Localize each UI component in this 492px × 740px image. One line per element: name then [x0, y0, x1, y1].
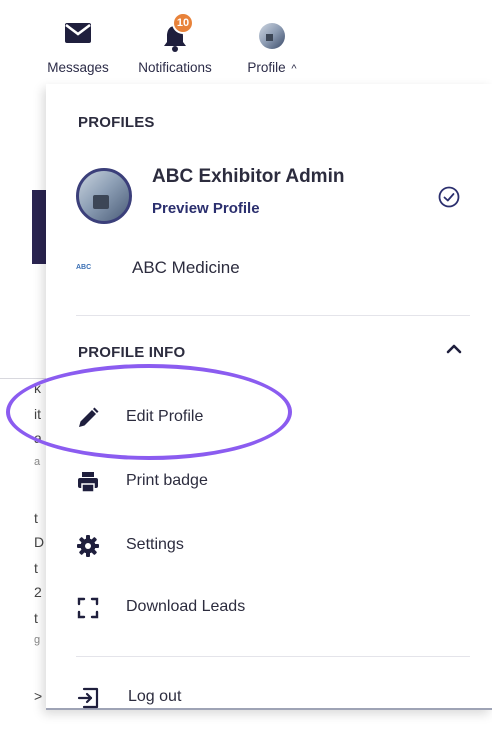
background-text: k	[34, 380, 41, 396]
menu-item-settings[interactable]: Settings	[76, 526, 456, 566]
divider	[76, 656, 470, 657]
menu-item-label: Settings	[126, 536, 184, 553]
logout-button[interactable]: Log out	[76, 678, 456, 718]
menu-item-download-leads[interactable]: Download Leads	[76, 588, 456, 628]
nav-messages[interactable]: Messages	[40, 0, 116, 84]
background-text: D	[34, 534, 45, 550]
profiles-section-title: PROFILES	[78, 114, 155, 131]
background-text: g	[34, 634, 41, 646]
menu-item-label: Print badge	[126, 472, 208, 489]
nav-notifications-label: Notifications	[138, 60, 212, 75]
organization-profile-row[interactable]: ABC ABC Medicine	[76, 256, 376, 286]
top-navigation: Messages 10 Notifications Profile ^	[0, 0, 492, 84]
envelope-icon	[64, 22, 92, 49]
nav-profile[interactable]: Profile ^	[238, 0, 306, 84]
profile-avatar-small	[258, 22, 286, 55]
menu-item-print-badge[interactable]: Print badge	[76, 462, 456, 502]
chevron-up-icon: ^	[291, 63, 297, 75]
menu-item-label: Download Leads	[126, 598, 246, 615]
printer-icon	[76, 470, 100, 494]
profile-name: ABC Exhibitor Admin	[152, 166, 345, 187]
background-text: t	[34, 510, 38, 526]
background-text: t	[34, 560, 38, 576]
bell-icon: 10	[162, 12, 194, 57]
menu-item-label: Edit Profile	[126, 408, 204, 425]
background-divider	[0, 378, 46, 379]
nav-profile-label: Profile ^	[247, 60, 296, 75]
organization-name: ABC Medicine	[132, 258, 240, 277]
profile-info-section-title: PROFILE INFO	[78, 344, 186, 361]
nav-notifications[interactable]: 10 Notifications	[126, 0, 224, 84]
logout-icon	[76, 686, 100, 710]
background-banner	[32, 190, 46, 264]
logout-label: Log out	[128, 688, 182, 705]
menu-item-edit-profile[interactable]: Edit Profile	[76, 398, 456, 438]
scan-icon	[76, 596, 100, 620]
gear-icon	[76, 534, 100, 558]
organization-logo: ABC	[76, 264, 92, 271]
check-circle-icon	[438, 186, 460, 213]
current-profile-row[interactable]: ABC Exhibitor Admin Preview Profile	[76, 166, 476, 230]
nav-messages-label: Messages	[47, 60, 109, 75]
nav-profile-text: Profile	[247, 60, 286, 75]
background-text: it	[34, 406, 41, 422]
notifications-count-badge: 10	[172, 12, 194, 34]
chevron-up-icon[interactable]	[446, 342, 462, 360]
background-text: >	[34, 688, 43, 704]
background-text: a	[34, 430, 42, 446]
avatar	[76, 168, 132, 224]
background-text: 2	[34, 584, 42, 600]
background-text: a	[34, 456, 41, 468]
background-text: t	[34, 610, 38, 626]
background-page-strip: k it a a t D t 2 t g >	[0, 84, 46, 740]
preview-profile-link[interactable]: Preview Profile	[152, 200, 260, 217]
divider	[76, 315, 470, 316]
profile-dropdown-menu: PROFILES ABC Exhibitor Admin Preview Pro…	[46, 84, 492, 710]
pencil-icon	[76, 406, 100, 430]
